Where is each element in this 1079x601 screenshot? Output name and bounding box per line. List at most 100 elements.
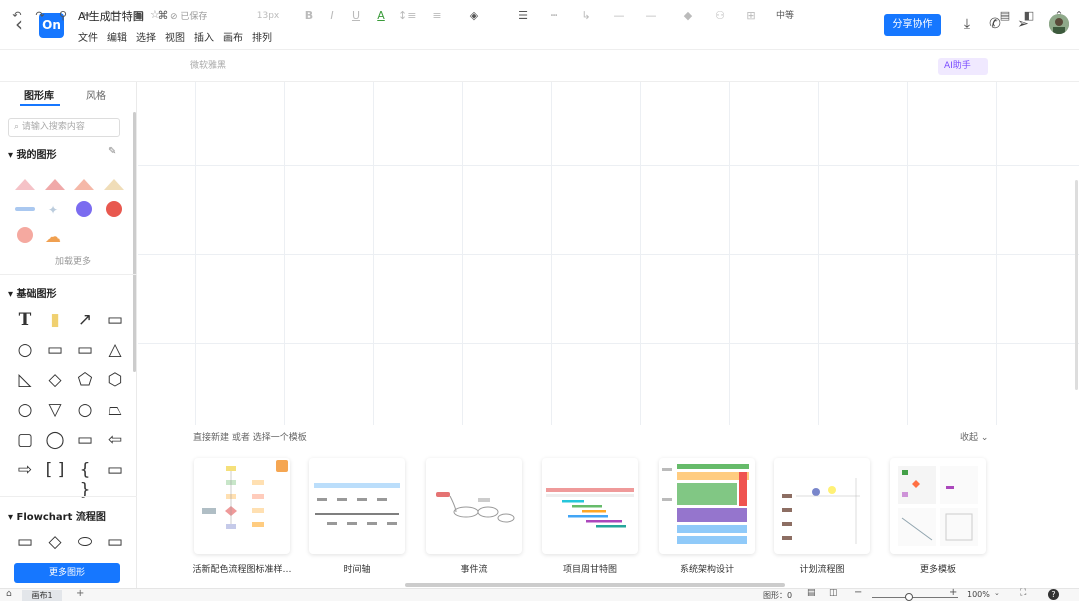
template-card-gantt[interactable] bbox=[542, 458, 638, 554]
redo-icon[interactable]: ↷ bbox=[33, 8, 47, 24]
menu-file[interactable]: 文件 bbox=[78, 29, 98, 44]
flowchart-header[interactable]: ▾ Flowchart 流程图 bbox=[8, 508, 106, 523]
line-start-icon[interactable]: — bbox=[608, 8, 630, 24]
layer-icon[interactable]: ◆ bbox=[678, 8, 698, 24]
download-icon[interactable]: ⤓ bbox=[957, 14, 977, 34]
right-triangle-shape-icon[interactable]: ◺ bbox=[14, 370, 36, 390]
speech-bubble-shape-icon[interactable]: ◯ bbox=[44, 430, 66, 450]
square-shape-icon[interactable]: ▭ bbox=[74, 340, 96, 360]
template-card-flowchart[interactable] bbox=[194, 458, 290, 554]
undo-icon[interactable]: ↶ bbox=[10, 8, 24, 24]
align-icon[interactable]: ≡ bbox=[428, 8, 446, 24]
container-shape-icon[interactable]: ▭ bbox=[104, 460, 126, 480]
collapse-toolbar-icon[interactable]: ⌃ bbox=[1052, 8, 1066, 24]
tag-shape-icon[interactable]: ▢ bbox=[14, 430, 36, 450]
zoom-level[interactable]: 100% bbox=[967, 590, 990, 599]
zoom-out-icon[interactable]: − bbox=[854, 587, 862, 598]
font-color-icon[interactable]: A bbox=[374, 8, 388, 24]
share-button[interactable]: 分享协作 bbox=[884, 14, 941, 36]
terminator-shape-icon[interactable]: ⬭ bbox=[74, 532, 96, 552]
triangle-shape-icon[interactable]: △ bbox=[104, 340, 126, 360]
right-arrow-shape-icon[interactable]: ⇨ bbox=[14, 460, 36, 480]
tab-style[interactable]: 风格 bbox=[86, 87, 106, 102]
menu-canvas[interactable]: 画布 bbox=[223, 29, 243, 44]
menu-insert[interactable]: 插入 bbox=[194, 29, 214, 44]
format-painter-icon[interactable]: ⚲ bbox=[56, 8, 70, 24]
page-tab[interactable]: 画布1 bbox=[22, 590, 62, 601]
rounded-rect-shape-icon[interactable]: ▭ bbox=[104, 310, 126, 330]
menu-edit[interactable]: 编辑 bbox=[107, 29, 127, 44]
rectangle-tool-icon[interactable]: ▢ bbox=[108, 8, 122, 24]
load-more-link[interactable]: 加载更多 bbox=[55, 254, 91, 267]
text-shape-icon[interactable]: T bbox=[14, 310, 36, 330]
collapse-templates-button[interactable]: 收起 ⌄ bbox=[960, 430, 988, 443]
add-page-icon[interactable]: + bbox=[76, 588, 84, 599]
document-shape-icon[interactable]: ▭ bbox=[104, 532, 126, 552]
rectangle-shape-icon[interactable]: ▭ bbox=[44, 340, 66, 360]
menu-select[interactable]: 选择 bbox=[136, 29, 156, 44]
underline-icon[interactable]: U bbox=[350, 8, 362, 24]
template-card-timeline[interactable] bbox=[309, 458, 405, 554]
fill-color-icon[interactable]: ◈ bbox=[466, 8, 482, 24]
line-color-icon[interactable]: ☰ bbox=[513, 8, 533, 24]
template-card-architecture[interactable] bbox=[659, 458, 755, 554]
scroll-shape-icon[interactable]: ⏢ bbox=[104, 400, 126, 420]
group-icon[interactable]: ⚇ bbox=[710, 8, 730, 24]
link-icon[interactable]: ⌘ bbox=[156, 8, 170, 24]
pentagon-shape-icon[interactable]: ⬠ bbox=[74, 370, 96, 390]
hexagon-shape-icon[interactable]: ⬡ bbox=[104, 370, 126, 390]
more-shapes-button[interactable]: 更多图形 bbox=[14, 563, 120, 583]
middle-select[interactable]: 中等 bbox=[772, 8, 798, 24]
zoom-dropdown-icon[interactable]: ⌄ bbox=[994, 589, 1000, 597]
menu-arrange[interactable]: 排列 bbox=[252, 29, 272, 44]
basic-shapes-header[interactable]: ▾ 基础图形 bbox=[8, 285, 57, 300]
octagon-shape-icon[interactable]: ○ bbox=[14, 400, 36, 420]
menu-view[interactable]: 视图 bbox=[165, 29, 185, 44]
panel-toggle-icon[interactable]: ◧ bbox=[1022, 8, 1036, 24]
note-shape-icon[interactable]: ▮ bbox=[44, 310, 66, 330]
line-end-icon[interactable]: — bbox=[640, 8, 662, 24]
my-shapes-grid[interactable]: ✦ ☁ bbox=[12, 174, 127, 252]
clear-format-icon[interactable]: ✂ bbox=[80, 8, 94, 24]
shape-search-input[interactable]: ⌕ 请输入搜索内容 bbox=[8, 118, 120, 137]
template-card-plan-flow[interactable] bbox=[774, 458, 870, 554]
zoom-slider-track[interactable] bbox=[872, 597, 958, 598]
zoom-in-icon[interactable]: + bbox=[949, 587, 957, 598]
save-icon[interactable]: ▤ bbox=[998, 8, 1012, 24]
layers-icon[interactable]: ⌂ bbox=[6, 589, 12, 599]
template-card-event-flow[interactable] bbox=[426, 458, 522, 554]
line-height-icon[interactable]: ↕≡ bbox=[398, 8, 416, 24]
bold-icon[interactable]: B bbox=[303, 8, 315, 24]
font-select[interactable]: 微软雅黑 bbox=[190, 58, 226, 71]
ai-assistant-button[interactable]: AI助手 bbox=[938, 58, 988, 75]
line-style-icon[interactable]: ┅ bbox=[544, 8, 564, 24]
image-icon[interactable]: ▣ bbox=[132, 8, 146, 24]
edit-icon[interactable]: ✎ bbox=[108, 146, 116, 157]
left-scrollbar[interactable] bbox=[133, 112, 136, 372]
connector-icon[interactable]: ↳ bbox=[576, 8, 596, 24]
italic-icon[interactable]: I bbox=[326, 8, 338, 24]
zoom-slider-handle[interactable] bbox=[905, 593, 913, 601]
line-shape-icon[interactable]: ↗ bbox=[74, 310, 96, 330]
split-view-icon[interactable]: ◫ bbox=[829, 588, 838, 598]
braces-shape-icon[interactable]: { } bbox=[74, 460, 96, 500]
brackets-shape-icon[interactable]: [ ] bbox=[44, 460, 66, 480]
fullscreen-icon[interactable]: ⛶ bbox=[1020, 588, 1026, 598]
fit-page-icon[interactable]: ▤ bbox=[807, 588, 816, 598]
inverted-pentagon-shape-icon[interactable]: ▽ bbox=[44, 400, 66, 420]
my-shapes-header[interactable]: ▾ 我的图形 bbox=[8, 146, 57, 161]
tab-shape-library[interactable]: 图形库 bbox=[24, 87, 54, 102]
card-shape-icon[interactable]: ▭ bbox=[74, 430, 96, 450]
circle-shape-icon[interactable]: ○ bbox=[14, 340, 36, 360]
template-card-more[interactable] bbox=[890, 458, 986, 554]
template-horizontal-scrollbar[interactable] bbox=[405, 583, 785, 587]
diamond-shape-icon[interactable]: ◇ bbox=[44, 370, 66, 390]
canvas-vertical-scrollbar[interactable] bbox=[1075, 180, 1078, 390]
cloud-shape-icon[interactable]: ○ bbox=[74, 400, 96, 420]
decision-shape-icon[interactable]: ◇ bbox=[44, 532, 66, 552]
table-icon[interactable]: ⊞ bbox=[741, 8, 761, 24]
left-arrow-shape-icon[interactable]: ⇦ bbox=[104, 430, 126, 450]
help-icon[interactable]: ? bbox=[1048, 589, 1059, 600]
font-size-select[interactable]: 13px bbox=[253, 8, 283, 24]
process-shape-icon[interactable]: ▭ bbox=[14, 532, 36, 552]
